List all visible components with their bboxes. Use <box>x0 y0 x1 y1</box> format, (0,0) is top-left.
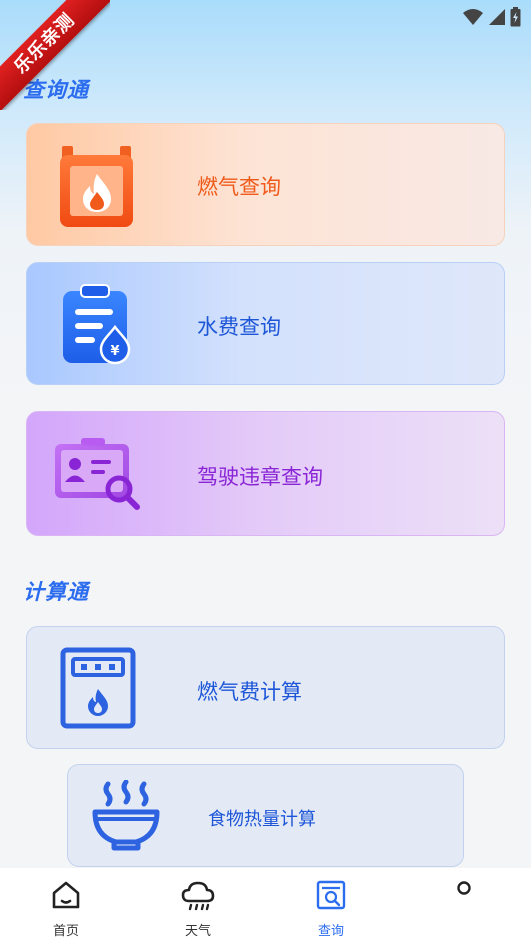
cellular-signal-icon <box>489 9 505 25</box>
water-query-card[interactable]: ¥ 水费查询 <box>26 262 505 385</box>
wifi-icon <box>463 9 483 25</box>
water-query-label: 水费查询 <box>197 315 281 339</box>
gas-fireplace-icon <box>60 146 133 227</box>
water-bill-clipboard-icon: ¥ <box>63 284 131 365</box>
bottom-nav: 首页 天气 查询 <box>0 868 531 945</box>
nav-label-weather: 天气 <box>184 924 211 939</box>
ribbon-label: 乐乐亲测 <box>0 0 110 110</box>
steaming-bowl-icon <box>92 780 160 851</box>
gas-fee-calc-card[interactable]: 燃气费计算 <box>26 626 505 749</box>
gas-meter-icon <box>60 647 136 729</box>
nav-item-home[interactable]: 首页 <box>0 868 132 945</box>
battery-icon <box>510 7 521 27</box>
nav-item-weather[interactable]: 天气 <box>132 868 264 945</box>
violation-query-label: 驾驶违章查询 <box>197 465 323 489</box>
weather-cloud-rain-icon <box>181 881 215 911</box>
home-icon <box>52 881 80 909</box>
gas-fee-calc-label: 燃气费计算 <box>197 680 302 704</box>
nav-item-query[interactable]: 查询 <box>265 868 397 945</box>
gas-query-label: 燃气查询 <box>197 175 281 199</box>
profile-circle-icon <box>457 881 471 895</box>
status-icons <box>462 7 521 27</box>
nav-item-profile[interactable] <box>398 868 530 945</box>
gas-query-card[interactable]: 燃气查询 <box>26 123 505 246</box>
nav-label-query: 查询 <box>317 924 344 939</box>
id-card-search-icon <box>55 438 140 510</box>
violation-query-card[interactable]: 驾驶违章查询 <box>26 411 505 536</box>
svg-text:¥: ¥ <box>110 344 119 359</box>
section-title-calc: 计算通 <box>23 580 89 604</box>
food-calorie-calc-card[interactable]: 食物热量计算 <box>67 764 464 867</box>
nav-label-home: 首页 <box>52 924 79 939</box>
search-document-icon <box>316 880 346 910</box>
corner-ribbon: 乐乐亲测 <box>0 0 110 110</box>
food-calorie-calc-label: 食物热量计算 <box>208 809 316 830</box>
